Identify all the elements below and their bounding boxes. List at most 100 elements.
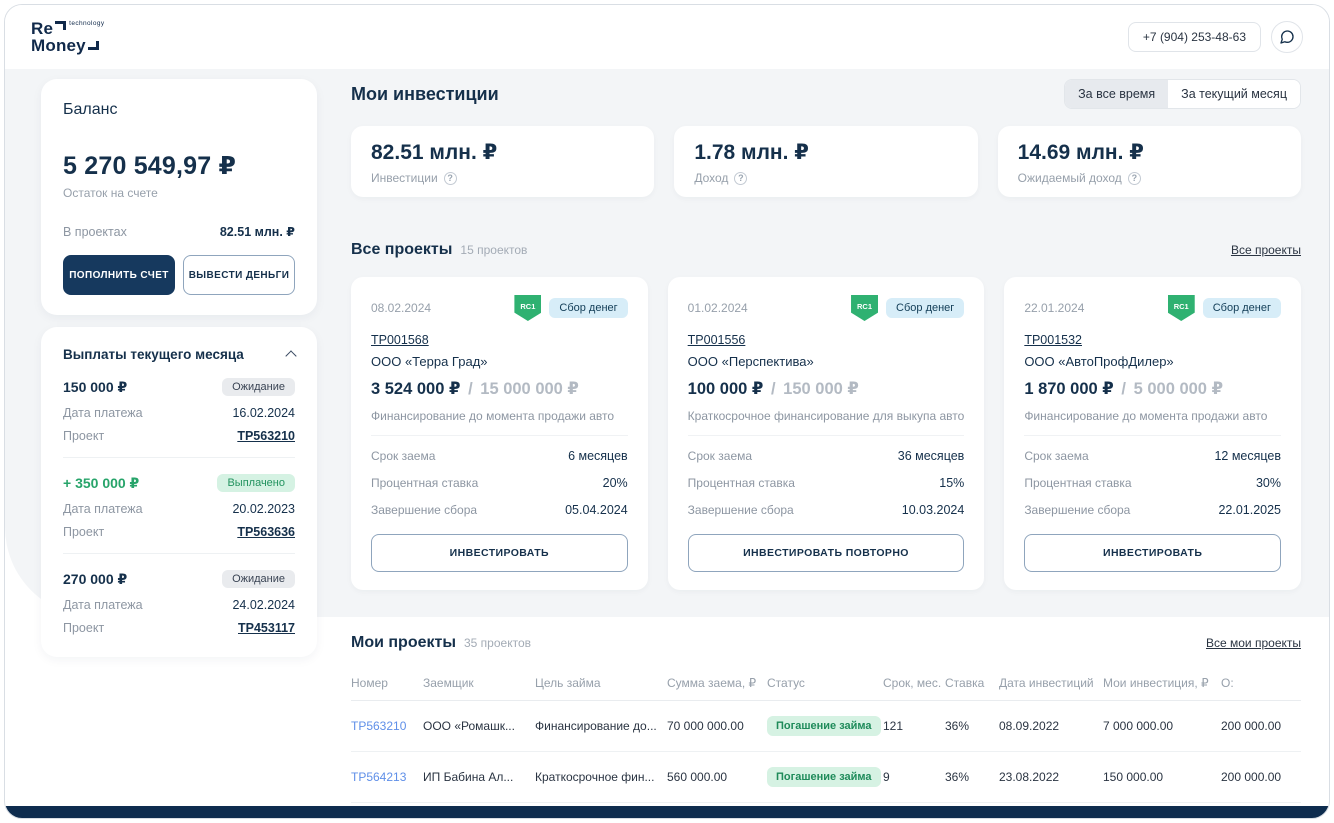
end-value: 22.01.2025 (1218, 503, 1281, 517)
risk-shield-icon: RC1 (1167, 295, 1195, 321)
stat-card-expected-income: 14.69 млн. ₽ Ожидаемый доход ? (997, 126, 1301, 197)
purpose-cell: Финансирование до... (535, 700, 667, 752)
phone-button[interactable]: +7 (904) 253-48-63 (1127, 22, 1261, 52)
my-investment-cell: 7 000 000.00 (1103, 700, 1221, 752)
project-id-link[interactable]: TP001532 (1024, 333, 1082, 347)
col-status: Статус (767, 666, 883, 701)
payout-date-label: Дата платежа (63, 406, 143, 420)
expected-cell: 200 000.00 (1221, 751, 1301, 803)
withdraw-button[interactable]: ВЫВЕСТИ ДЕНЬГИ (183, 255, 295, 295)
rate-label: Процентная ставка (687, 476, 795, 490)
in-projects-label: В проектах (63, 224, 127, 239)
raised-amount: 100 000 ₽ (687, 380, 764, 398)
goal-amount: 15 000 000 ₽ (480, 380, 579, 398)
invest-button[interactable]: ИНВЕСТИРОВАТЬ (371, 534, 628, 572)
stat-card-income: 1.78 млн. ₽ Доход ? (674, 126, 978, 197)
project-id-link[interactable]: TP001568 (371, 333, 429, 347)
payout-date-label: Дата платежа (63, 598, 143, 612)
chat-button[interactable] (1271, 21, 1303, 53)
top-header: Re technology Money +7 (904) 253-48-63 (5, 5, 1329, 69)
payout-item: + 350 000 ₽ Выплачено Дата платежа 20.02… (63, 458, 295, 554)
project-date: 01.02.2024 (687, 301, 748, 315)
risk-shield-icon: RC1 (851, 295, 879, 321)
app-window: Re technology Money +7 (904) 253-48-63 Б… (4, 4, 1330, 819)
col-amount: Сумма заема, ₽ (667, 666, 767, 701)
payout-project-link[interactable]: TP563210 (237, 429, 295, 443)
chevron-up-icon[interactable] (285, 350, 297, 362)
end-label: Завершение сбора (687, 503, 794, 517)
payout-amount: 270 000 ₽ (63, 570, 128, 587)
invest-date-cell: 23.08.2022 (999, 751, 1103, 803)
payouts-header[interactable]: Выплаты текущего месяца (63, 347, 297, 362)
stat-value: 82.51 млн. ₽ (371, 141, 498, 164)
amount-cell: 70 000 000.00 (667, 700, 767, 752)
my-projects-count: 35 проектов (464, 636, 531, 650)
invest-button[interactable]: ИНВЕСТИРОВАТЬ (1024, 534, 1281, 572)
project-date: 22.01.2024 (1024, 301, 1085, 315)
project-id-link[interactable]: TP001556 (688, 333, 746, 347)
stage-badge: Сбор денег (549, 298, 628, 318)
status-badge: Погашение займа (767, 818, 881, 819)
balance-title: Баланс (63, 101, 118, 118)
raised-amount: 3 524 000 ₽ (371, 380, 461, 398)
risk-shield-icon: RC1 (514, 295, 542, 321)
rate-label: Процентная ставка (371, 476, 479, 490)
payouts-title: Выплаты текущего месяца (63, 347, 244, 362)
payout-project-link[interactable]: TP453117 (238, 621, 295, 635)
rate-value: 20% (602, 476, 628, 490)
end-label: Завершение сбора (1024, 503, 1131, 517)
payout-status-badge: Выплачено (217, 474, 295, 492)
stats-row: 82.51 млн. ₽ Инвестиции ? 1.78 млн. ₽ До… (351, 126, 1301, 197)
rate-value: 15% (939, 476, 965, 490)
stage-badge: Сбор денег (886, 298, 965, 318)
payout-amount: + 350 000 ₽ (63, 474, 140, 491)
all-projects-count: 15 проектов (460, 243, 528, 257)
col-number: Номер (351, 666, 423, 701)
project-description: Финансирование до момента продажи авто (1024, 409, 1281, 436)
all-projects-link[interactable]: Все проекты (1231, 243, 1301, 257)
payout-item: 270 000 ₽ Ожидание Дата платежа 24.02.20… (63, 554, 295, 649)
term-label: Срок заема (687, 449, 753, 463)
payout-status-badge: Ожидание (222, 378, 295, 396)
bottom-bar (5, 806, 1329, 818)
project-number-link[interactable]: TP563210 (351, 719, 406, 733)
help-icon[interactable]: ? (734, 171, 748, 185)
table-header-row: Номер Заемщик Цель займа Сумма заема, ₽ … (351, 666, 1301, 701)
sidebar: Баланс 5 270 549,97 ₽ Остаток на счете В… (41, 79, 317, 657)
stat-card-investments: 82.51 млн. ₽ Инвестиции ? (351, 126, 655, 197)
stat-value: 14.69 млн. ₽ (1017, 141, 1144, 164)
investments-title: Мои инвестиции (351, 83, 499, 104)
col-invest-date: Дата инвестиций (999, 666, 1103, 701)
borrower-cell: ООО «Ромашк... (423, 700, 535, 752)
payout-project-label: Проект (63, 429, 105, 443)
term-value: 12 месяцев (1214, 449, 1281, 463)
invest-again-button[interactable]: ИНВЕСТИРОВАТЬ ПОВТОРНО (687, 534, 965, 572)
end-label: Завершение сбора (371, 503, 478, 517)
filter-current-month-button[interactable]: За текущий месяц (1168, 80, 1300, 108)
my-investment-cell: 150 000.00 (1103, 751, 1221, 803)
help-icon[interactable]: ? (443, 171, 457, 185)
payout-project-link[interactable]: TP563636 (237, 525, 295, 539)
my-projects-table: Номер Заемщик Цель займа Сумма заема, ₽ … (351, 666, 1301, 819)
payout-item: 150 000 ₽ Ожидание Дата платежа 16.02.20… (63, 362, 295, 458)
stage-badge: Сбор денег (1202, 298, 1281, 318)
period-toggle: За все время За текущий месяц (1064, 79, 1301, 109)
purpose-cell: Краткосрочное фин... (535, 751, 667, 803)
header-actions: +7 (904) 253-48-63 (1127, 21, 1303, 53)
col-expected: О: (1221, 666, 1301, 701)
topup-button[interactable]: ПОПОЛНИТЬ СЧЕТ (63, 255, 175, 295)
logo-text-money: Money (31, 36, 86, 55)
amount-separator: / (770, 380, 776, 398)
logo[interactable]: Re technology Money (31, 20, 105, 54)
filter-all-time-button[interactable]: За все время (1065, 80, 1169, 108)
my-projects-title: Мои проекты (351, 634, 456, 651)
amount-separator: / (468, 380, 473, 398)
logo-bracket-icon (55, 21, 67, 30)
project-number-link[interactable]: TP564213 (351, 770, 406, 784)
company-name: ООО «Терра Град» (371, 354, 488, 369)
company-name: ООО «АвтоПрофДилер» (1024, 354, 1174, 369)
help-icon[interactable]: ? (1127, 171, 1141, 185)
end-value: 10.03.2024 (901, 503, 965, 517)
my-projects-link[interactable]: Все мои проекты (1206, 636, 1301, 650)
payout-date: 16.02.2024 (232, 406, 295, 420)
